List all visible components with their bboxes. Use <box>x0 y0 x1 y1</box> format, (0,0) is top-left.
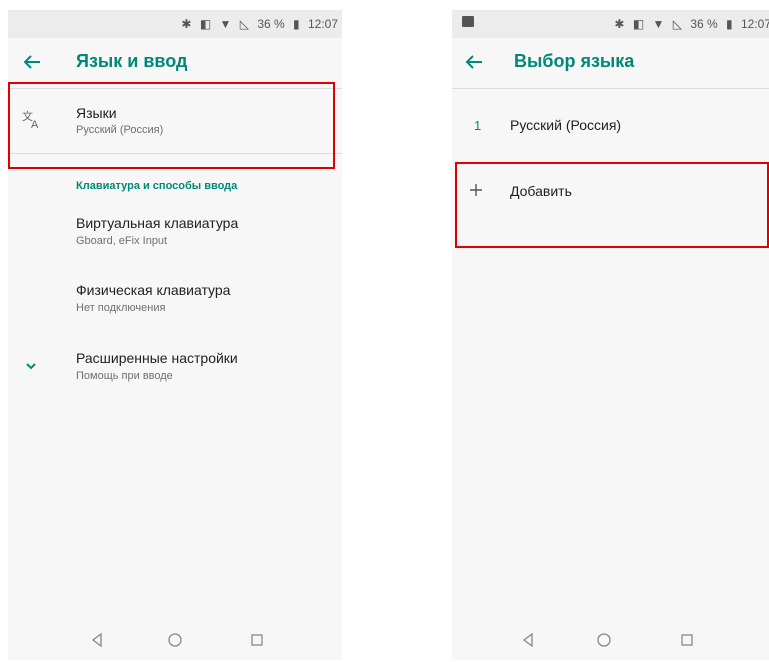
no-signal-icon: ◺ <box>239 17 249 31</box>
back-nav-icon[interactable] <box>519 631 537 649</box>
virtual-keyboard-item[interactable]: Виртуальная клавиатура Gboard, eFix Inpu… <box>8 205 342 267</box>
arrow-left-icon[interactable] <box>462 50 486 74</box>
battery-icon: ▮ <box>293 17 300 31</box>
status-bar: ✱ ◧ ▼ ◺ 36 % ▮ 12:07 <box>8 10 342 38</box>
home-nav-icon[interactable] <box>595 631 613 649</box>
navigation-bar <box>452 620 769 660</box>
home-nav-icon[interactable] <box>166 631 184 649</box>
page-title: Язык и ввод <box>76 51 188 71</box>
app-bar: Выбор языка <box>452 38 769 89</box>
clock: 12:07 <box>740 17 769 31</box>
back-nav-icon[interactable] <box>88 631 106 649</box>
status-bar: ✱ ◧ ▼ ◺ 36 % ▮ 12:07 <box>452 10 769 38</box>
advanced-settings-subtitle: Помощь при вводе <box>76 370 173 382</box>
arrow-left-icon[interactable] <box>20 50 44 74</box>
page-title: Выбор языка <box>514 51 635 71</box>
battery-icon: ▮ <box>726 17 733 31</box>
bluetooth-icon: ✱ <box>181 17 192 31</box>
recents-nav-icon[interactable] <box>678 631 696 649</box>
clock: 12:07 <box>307 17 338 31</box>
image-notification-icon <box>462 16 474 27</box>
recents-nav-icon[interactable] <box>248 631 266 649</box>
wifi-icon: ▼ <box>219 17 232 31</box>
language-list-item[interactable]: 1 Русский (Россия) <box>452 100 769 146</box>
vibrate-icon: ◧ <box>199 17 212 31</box>
physical-keyboard-item[interactable]: Физическая клавиатура Нет подключения <box>8 272 342 334</box>
physical-keyboard-subtitle: Нет подключения <box>76 302 166 314</box>
no-signal-icon: ◺ <box>672 17 682 31</box>
languages-highlight-frame <box>8 82 335 169</box>
advanced-settings-item[interactable]: Расширенные настройки Помощь при вводе <box>8 339 342 401</box>
advanced-settings-title: Расширенные настройки <box>76 350 238 366</box>
virtual-keyboard-title: Виртуальная клавиатура <box>76 215 239 231</box>
navigation-bar <box>8 620 342 660</box>
add-language-highlight-frame <box>455 162 769 248</box>
physical-keyboard-title: Физическая клавиатура <box>76 282 231 298</box>
battery-level: 36 % <box>690 17 718 31</box>
vibrate-icon: ◧ <box>632 17 645 31</box>
wifi-icon: ▼ <box>652 17 665 31</box>
language-name: Русский (Россия) <box>510 117 622 133</box>
bluetooth-icon: ✱ <box>614 17 625 31</box>
virtual-keyboard-subtitle: Gboard, eFix Input <box>76 235 168 247</box>
language-index: 1 <box>474 118 482 133</box>
battery-level: 36 % <box>257 17 285 31</box>
chevron-down-icon <box>26 363 36 370</box>
language-selection-screen: ✱ ◧ ▼ ◺ 36 % ▮ 12:07 Выбор языка 1 Русск… <box>452 10 769 660</box>
keyboard-section-header: Клавиатура и способы ввода <box>76 180 238 192</box>
